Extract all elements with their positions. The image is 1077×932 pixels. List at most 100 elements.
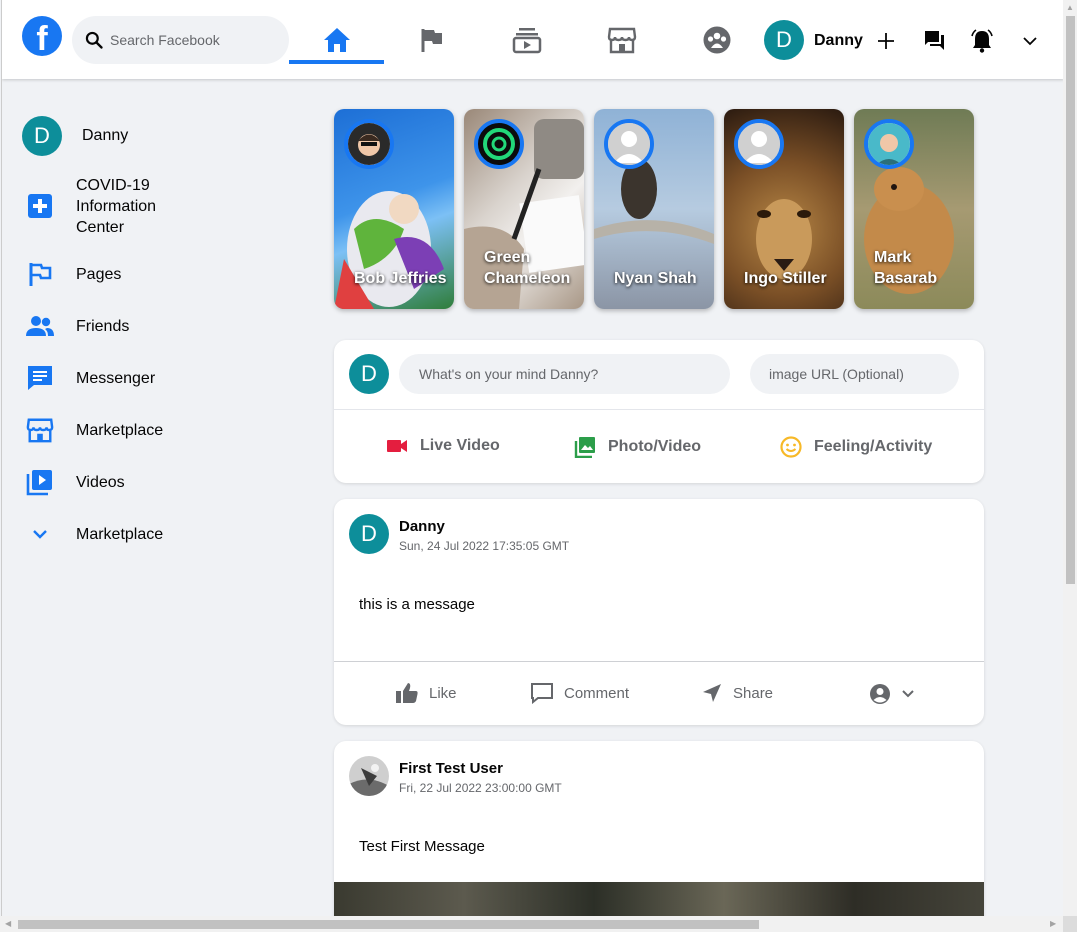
scroll-left-icon[interactable]: ◀	[5, 919, 11, 928]
post-audience-button[interactable]	[869, 683, 925, 705]
post-timestamp: Sun, 24 Jul 2022 17:35:05 GMT	[399, 539, 570, 553]
story-avatar	[864, 119, 914, 169]
post-image[interactable]	[334, 882, 984, 916]
messenger-icon	[925, 31, 944, 50]
story-card[interactable]: Green Chameleon	[464, 109, 584, 309]
story-avatar	[474, 119, 524, 169]
scroll-up-icon[interactable]: ▲	[1066, 3, 1074, 12]
groups-icon	[703, 26, 731, 54]
home-icon	[324, 28, 350, 52]
smiley-icon	[780, 436, 802, 458]
post-timestamp: Fri, 22 Jul 2022 23:00:00 GMT	[399, 781, 562, 795]
post-card: First Test User Fri, 22 Jul 2022 23:00:0…	[334, 741, 984, 916]
create-button[interactable]	[873, 28, 899, 54]
flag-icon	[421, 29, 442, 52]
photo-video-button[interactable]: Photo/Video	[574, 436, 701, 458]
story-name: Mark Basarab	[874, 249, 938, 287]
search-icon	[85, 31, 103, 49]
vertical-scrollbar[interactable]: ▲	[1063, 0, 1077, 916]
plus-icon	[878, 33, 894, 49]
story-name: Green Chameleon	[484, 249, 571, 287]
sidebar-item-videos[interactable]: Videos	[24, 466, 125, 498]
scroll-right-icon[interactable]: ▶	[1050, 919, 1056, 928]
top-navbar: f D Danny	[2, 0, 1063, 79]
nav-home[interactable]	[317, 22, 357, 58]
sidebar-item-marketplace[interactable]: Marketplace	[24, 414, 163, 446]
sidebar-item-label: Videos	[76, 474, 125, 491]
sidebar-item-label: Pages	[76, 266, 122, 283]
story-card[interactable]: Nyan Shah	[594, 109, 714, 309]
nav-pages[interactable]	[412, 22, 452, 58]
story-name: Nyan Shah	[614, 270, 697, 287]
composer-avatar: D	[349, 354, 389, 394]
sidebar-avatar: D	[22, 116, 62, 156]
comment-label: Comment	[564, 684, 630, 702]
divider	[334, 661, 984, 662]
feeling-activity-label: Feeling/Activity	[814, 438, 933, 455]
sidebar-user-name: Danny	[82, 127, 129, 144]
sidebar-item-label: Friends	[76, 318, 130, 335]
notifications-button[interactable]	[969, 28, 995, 54]
story-card[interactable]: Ingo Stiller	[724, 109, 844, 309]
feeling-activity-button[interactable]: Feeling/Activity	[780, 436, 932, 458]
post-author-name[interactable]: Danny	[399, 518, 445, 535]
post-message: Test First Message	[359, 838, 485, 855]
sidebar-item-label: Marketplace	[76, 526, 164, 543]
nav-marketplace[interactable]	[602, 22, 642, 58]
bell-icon	[971, 29, 993, 53]
post-message: this is a message	[359, 596, 475, 613]
sidebar-item-see-more[interactable]: Marketplace	[24, 518, 163, 550]
photo-video-label: Photo/Video	[608, 438, 702, 455]
search-box[interactable]	[72, 16, 289, 64]
search-input[interactable]	[110, 32, 270, 48]
sidebar-item-label: Messenger	[76, 370, 156, 387]
like-label: Like	[429, 684, 457, 702]
header-user-avatar[interactable]: D	[764, 20, 804, 60]
sidebar-item-pages[interactable]: Pages	[24, 258, 121, 290]
header-user-name[interactable]: Danny	[814, 32, 863, 50]
scrollbar-corner	[1063, 916, 1077, 932]
nav-watch[interactable]	[507, 22, 547, 58]
marketplace-icon	[607, 27, 637, 54]
messenger-icon	[24, 362, 56, 394]
story-avatar	[604, 119, 654, 169]
chevron-down-icon	[902, 690, 914, 698]
post-author-avatar[interactable]: D	[349, 514, 389, 554]
comment-button[interactable]: Comment	[530, 682, 629, 704]
divider	[334, 409, 984, 410]
story-name: Ingo Stiller	[744, 270, 827, 287]
watch-icon	[512, 28, 542, 54]
image-url-input[interactable]	[750, 354, 959, 394]
share-button[interactable]: Share	[701, 682, 773, 704]
like-button[interactable]: Like	[395, 682, 457, 704]
post-author-avatar[interactable]	[349, 756, 389, 796]
friends-icon	[24, 310, 56, 342]
share-arrow-icon	[703, 684, 721, 702]
photo-icon	[574, 437, 595, 458]
vertical-scroll-thumb[interactable]	[1066, 16, 1075, 584]
messenger-button[interactable]	[921, 28, 947, 54]
story-avatar	[344, 119, 394, 169]
story-card[interactable]: Mark Basarab	[854, 109, 974, 309]
horizontal-scroll-thumb[interactable]	[18, 920, 759, 929]
sidebar-item-messenger[interactable]: Messenger	[24, 362, 155, 394]
story-avatar	[734, 119, 784, 169]
covid-plus-icon	[24, 190, 56, 222]
comment-icon	[531, 683, 553, 704]
sidebar-item-label: Marketplace	[76, 422, 164, 439]
story-card[interactable]: Bob Jeffries	[334, 109, 454, 309]
nav-groups[interactable]	[697, 22, 737, 58]
horizontal-scrollbar[interactable]: ◀ ▶	[0, 916, 1063, 932]
facebook-logo[interactable]: f	[22, 16, 62, 56]
chevron-down-icon	[1023, 37, 1037, 46]
share-label: Share	[733, 684, 774, 702]
sidebar-item-covid[interactable]: COVID-19 Information Center	[24, 177, 156, 236]
post-author-name[interactable]: First Test User	[399, 760, 503, 777]
video-camera-icon	[387, 440, 407, 452]
sidebar-item-friends[interactable]: Friends	[24, 310, 129, 342]
account-menu-button[interactable]	[1017, 28, 1043, 54]
account-circle-icon	[870, 684, 890, 704]
live-video-button[interactable]: Live Video	[386, 437, 500, 455]
sidebar-profile[interactable]: D Danny	[22, 116, 128, 156]
post-text-input[interactable]	[399, 354, 730, 394]
